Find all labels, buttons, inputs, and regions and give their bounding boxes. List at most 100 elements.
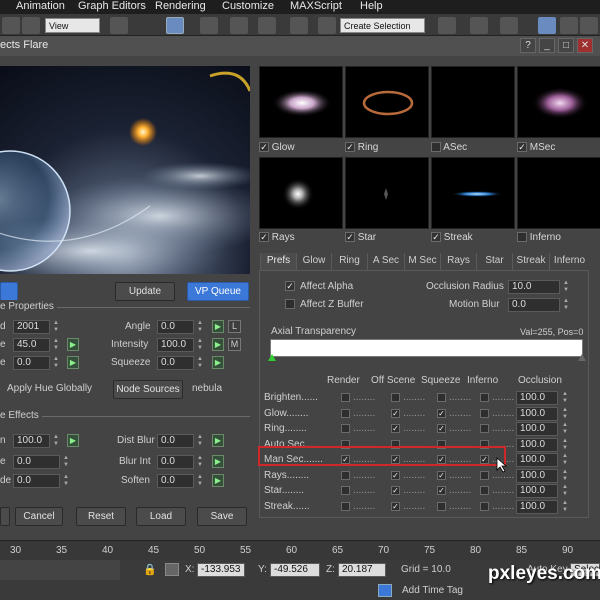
preview-toggle-button[interactable]: [0, 282, 18, 301]
motion-blur-field[interactable]: 0.0: [508, 298, 560, 312]
undo-icon[interactable]: [2, 17, 20, 34]
menu-help[interactable]: Help: [360, 0, 383, 13]
effect-row3-field[interactable]: 0.0: [13, 474, 60, 488]
dialog-title-bar[interactable]: ects Flare ? _ □ ✕: [0, 36, 600, 56]
table-checkbox-squeeze[interactable]: ✓: [437, 408, 446, 418]
gradient-flag-start-icon[interactable]: [268, 354, 276, 361]
tab-star[interactable]: Star: [476, 253, 512, 270]
glow-checkbox[interactable]: ✓: [259, 142, 269, 153]
select-icon[interactable]: [22, 17, 40, 34]
star-checkbox[interactable]: ✓: [345, 232, 355, 243]
cancel-button[interactable]: Cancel: [15, 507, 63, 526]
tab-asec[interactable]: A Sec: [367, 253, 404, 270]
tab-rays[interactable]: Rays: [440, 253, 476, 270]
x-coordinate-field[interactable]: -133.953: [197, 563, 245, 577]
angle-snap-icon[interactable]: [200, 17, 218, 34]
occlusion-field[interactable]: 100.0: [516, 406, 558, 421]
add-time-tag[interactable]: Add Time Tag: [402, 584, 463, 598]
occlusion-spinner[interactable]: ▲ ▼: [561, 422, 569, 436]
effect-row1-field[interactable]: 100.0: [13, 434, 50, 448]
dist-blur-field[interactable]: 0.0: [157, 434, 194, 448]
table-checkbox-render[interactable]: [341, 424, 350, 433]
table-checkbox-squeeze[interactable]: ✓: [437, 470, 446, 480]
angle-spinner[interactable]: ▲ ▼: [196, 320, 204, 334]
thumb-asec[interactable]: [431, 66, 515, 138]
tab-prefs[interactable]: Prefs: [260, 253, 296, 270]
thumb-msec[interactable]: [517, 66, 600, 138]
occlusion-radius-spinner[interactable]: ▲ ▼: [562, 280, 570, 294]
occlusion-field[interactable]: 100.0: [516, 499, 558, 514]
occlusion-spinner[interactable]: ▲ ▼: [561, 469, 569, 483]
ok-button[interactable]: [0, 507, 10, 526]
thumb-rays[interactable]: [259, 157, 343, 229]
table-checkbox-inferno[interactable]: [480, 501, 489, 511]
thumb-glow[interactable]: [259, 66, 343, 138]
thumb-star[interactable]: [345, 157, 429, 229]
occlusion-field[interactable]: 100.0: [516, 422, 558, 436]
time-tag-icon[interactable]: [378, 584, 392, 597]
squeeze-field[interactable]: 0.0: [157, 356, 194, 370]
curve-editor-icon[interactable]: [470, 17, 488, 34]
occlusion-spinner[interactable]: ▲ ▼: [561, 407, 569, 421]
table-checkbox-off-scene[interactable]: ✓: [391, 486, 400, 495]
occlusion-field[interactable]: 100.0: [516, 453, 558, 467]
absolute-mode-icon[interactable]: [165, 563, 179, 576]
menu-maxscript[interactable]: MAXScript: [290, 0, 342, 13]
table-checkbox-squeeze[interactable]: [437, 501, 446, 511]
ring-checkbox[interactable]: ✓: [345, 142, 355, 153]
affect-z-buffer-checkbox[interactable]: [285, 299, 295, 310]
gradient-flag-end-icon[interactable]: [578, 354, 586, 361]
effect-row2-field[interactable]: 0.0: [13, 455, 60, 469]
axial-transparency-gradient[interactable]: [270, 339, 583, 357]
table-checkbox-off-scene[interactable]: ✓: [391, 501, 400, 511]
schematic-view-icon[interactable]: [500, 17, 518, 34]
occlusion-spinner[interactable]: ▲ ▼: [561, 438, 569, 452]
table-checkbox-inferno[interactable]: [480, 486, 489, 495]
percent-snap-icon[interactable]: [230, 17, 248, 34]
vp-queue-button[interactable]: VP Queue: [187, 282, 249, 301]
table-checkbox-render[interactable]: [341, 393, 350, 402]
soften-field[interactable]: 0.0: [157, 474, 194, 488]
table-checkbox-render[interactable]: [341, 408, 350, 418]
soften-spinner[interactable]: ▲ ▼: [196, 474, 204, 488]
layer-manager-icon[interactable]: [438, 17, 456, 34]
occlusion-spinner[interactable]: ▲ ▼: [561, 484, 569, 498]
snap-icon[interactable]: [166, 17, 184, 34]
effect-row3-spinner[interactable]: ▲ ▼: [62, 474, 70, 488]
size-curve-button[interactable]: ▶: [67, 338, 79, 351]
streak-checkbox[interactable]: ✓: [431, 232, 441, 243]
thumb-inferno[interactable]: [517, 157, 600, 229]
affect-alpha-option[interactable]: ✓ Affect Alpha: [285, 280, 353, 294]
table-checkbox-off-scene[interactable]: ✓: [391, 470, 400, 480]
hue-curve-button[interactable]: ▶: [67, 356, 79, 369]
table-checkbox-inferno[interactable]: [480, 408, 489, 418]
dist-blur-curve-button[interactable]: ▶: [212, 434, 224, 447]
affect-alpha-checkbox[interactable]: ✓: [285, 281, 295, 292]
angle-field[interactable]: 0.0: [157, 320, 194, 334]
intensity-lock-button[interactable]: M: [228, 338, 241, 351]
tab-glow[interactable]: Glow: [296, 253, 331, 270]
seed-field[interactable]: 2001: [13, 320, 50, 334]
update-button[interactable]: Update: [115, 282, 175, 301]
table-checkbox-off-scene[interactable]: ✓: [391, 408, 400, 418]
maximize-button[interactable]: □: [558, 38, 574, 53]
lock-icon[interactable]: 🔒: [143, 563, 157, 576]
table-checkbox-off-scene[interactable]: [391, 393, 400, 402]
tab-inferno[interactable]: Inferno: [549, 253, 589, 270]
pivot-icon[interactable]: [110, 17, 128, 34]
occlusion-field[interactable]: 100.0: [516, 437, 558, 452]
blur-int-curve-button[interactable]: ▶: [212, 455, 224, 468]
spinner-snap-icon[interactable]: [258, 17, 276, 34]
squeeze-spinner[interactable]: ▲ ▼: [196, 356, 204, 370]
occlusion-spinner[interactable]: ▲ ▼: [561, 453, 569, 467]
render-icon[interactable]: [580, 17, 598, 34]
dist-blur-spinner[interactable]: ▲ ▼: [196, 434, 204, 448]
table-checkbox-inferno[interactable]: [480, 424, 489, 433]
tab-ring[interactable]: Ring: [331, 253, 367, 270]
table-checkbox-inferno[interactable]: [480, 470, 489, 480]
intensity-spinner[interactable]: ▲ ▼: [196, 338, 204, 352]
soften-curve-button[interactable]: ▶: [212, 474, 224, 487]
apply-hue-globally-label[interactable]: Apply Hue Globally: [7, 382, 92, 396]
angle-curve-button[interactable]: ▶: [212, 320, 224, 333]
node-sources-button[interactable]: Node Sources: [113, 380, 183, 399]
